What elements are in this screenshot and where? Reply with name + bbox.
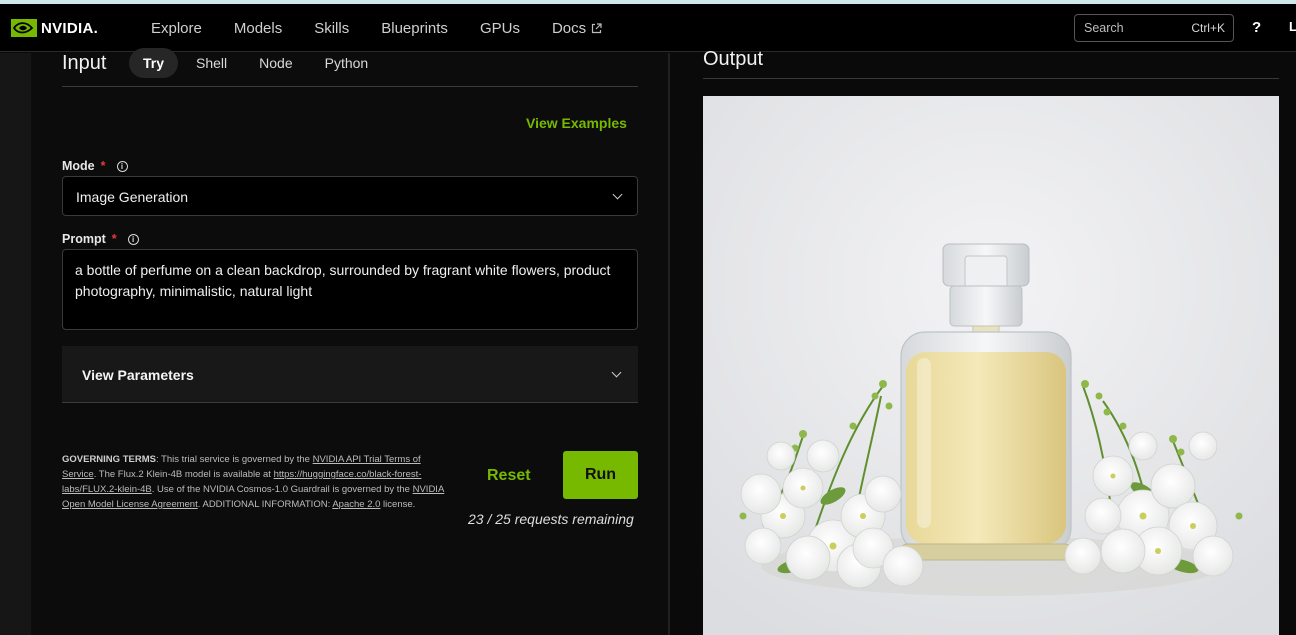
prompt-label: Prompt * i (62, 232, 139, 246)
requests-remaining: 23 / 25 requests remaining (468, 511, 634, 527)
apache-license-link[interactable]: Apache 2.0 (332, 499, 380, 510)
nav-explore[interactable]: Explore (151, 20, 202, 37)
view-parameters-accordion[interactable]: View Parameters (62, 346, 638, 403)
search-shortcut: Ctrl+K (1191, 21, 1225, 35)
view-parameters-label: View Parameters (82, 367, 194, 383)
terms-text: : This trial service is governed by the (155, 454, 313, 465)
external-link-icon (592, 22, 602, 33)
terms-text: . The Flux.2 Klein-4B model is available… (93, 469, 274, 480)
required-mark: * (100, 159, 106, 173)
main-nav: Explore Models Skills Blueprints GPUs Do… (151, 4, 634, 52)
terms-text: license. (380, 499, 416, 510)
panel-divider (669, 53, 670, 635)
nvidia-logo[interactable]: NVIDIA. (11, 18, 98, 38)
top-header: NVIDIA. Explore Models Skills Blueprints… (0, 4, 1296, 52)
nav-models[interactable]: Models (234, 20, 282, 37)
prompt-label-text: Prompt (62, 232, 106, 246)
brand-name: NVIDIA. (41, 19, 99, 37)
run-button[interactable]: Run (563, 451, 638, 499)
nav-skills[interactable]: Skills (314, 20, 349, 37)
info-icon[interactable]: i (116, 160, 128, 172)
generated-image (703, 96, 1279, 635)
tab-try[interactable]: Try (129, 48, 179, 78)
mode-select[interactable]: Image Generation (62, 176, 638, 216)
chevron-down-icon (611, 367, 622, 378)
info-icon[interactable]: i (127, 233, 139, 245)
mode-label: Mode * i (62, 159, 128, 173)
tab-python[interactable]: Python (311, 48, 383, 78)
tab-shell[interactable]: Shell (182, 48, 241, 78)
nav-docs-label: Docs (551, 19, 587, 37)
nav-docs[interactable]: Docs (552, 20, 602, 37)
chevron-down-icon (612, 189, 623, 200)
reset-button[interactable]: Reset (487, 467, 531, 485)
tab-node[interactable]: Node (245, 48, 306, 78)
user-avatar[interactable]: L (1289, 19, 1296, 34)
view-examples-link[interactable]: View Examples (526, 115, 627, 131)
input-divider (62, 86, 638, 87)
terms-text: . Use of the NVIDIA Cosmos-1.0 Guardrail… (151, 484, 413, 495)
input-title: Input (62, 52, 107, 74)
mode-value: Image Generation (76, 189, 189, 205)
governing-terms: GOVERNING TERMS: This trial service is g… (62, 452, 454, 512)
search-box[interactable]: Search Ctrl+K (1074, 14, 1234, 42)
nav-gpus[interactable]: GPUs (480, 20, 520, 37)
nav-blueprints[interactable]: Blueprints (381, 20, 448, 37)
left-gutter (0, 53, 31, 635)
mode-label-text: Mode (62, 159, 95, 173)
perfume-bottle-image (703, 96, 1279, 635)
terms-heading: GOVERNING TERMS (62, 454, 156, 465)
prompt-textarea[interactable]: a bottle of perfume on a clean backdrop,… (62, 249, 638, 330)
code-tabs: Try Shell Node Python (129, 48, 386, 78)
help-button[interactable]: ? (1252, 19, 1261, 36)
required-mark: * (111, 232, 117, 246)
terms-text: . ADDITIONAL INFORMATION: (197, 499, 333, 510)
search-placeholder: Search (1084, 21, 1124, 35)
output-title: Output (703, 48, 764, 70)
input-panel (31, 53, 669, 635)
output-divider (703, 78, 1279, 79)
nvidia-eye-icon (11, 19, 37, 37)
